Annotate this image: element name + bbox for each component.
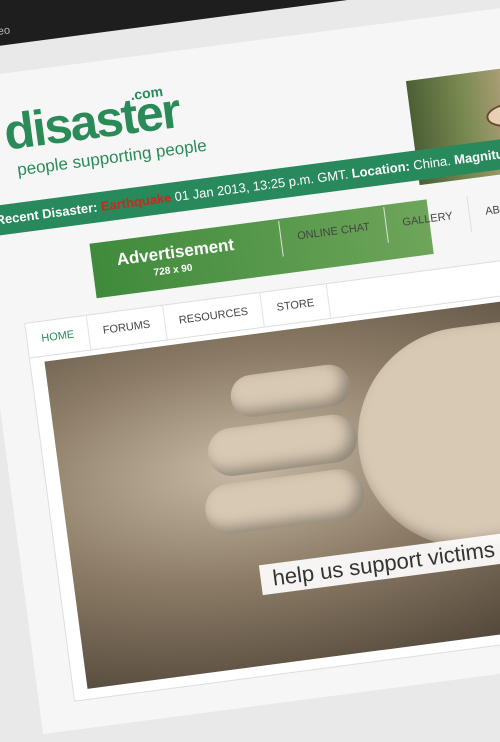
nav-item-about[interactable]: ABOUT — [466, 186, 500, 232]
rotated-page: es in supporting peo .com disaster peopl… — [0, 0, 500, 735]
recent-label: Recent Disaster: — [0, 199, 99, 228]
disaster-datetime: 01 Jan 2013, 13:25 p.m. GMT. — [173, 166, 350, 205]
disaster-type[interactable]: Earthquake — [100, 190, 172, 214]
logo[interactable]: .com disaster people supporting people — [0, 78, 210, 193]
location-value: China. — [412, 152, 452, 173]
nav-item-home[interactable]: HOME — [25, 315, 92, 358]
page: .com disaster people supporting people R… — [0, 0, 500, 735]
finger-shape — [202, 466, 368, 537]
finger-shape — [228, 362, 353, 420]
adult-hand-shape — [344, 308, 500, 561]
location-label: Location: — [350, 158, 411, 181]
top-bar-text: es in supporting peo — [0, 24, 11, 49]
magnitude-label: Magnitude: — [453, 143, 500, 168]
nav-item-resources[interactable]: RESOURCES — [162, 292, 266, 340]
nav-item-store[interactable]: STORE — [260, 284, 332, 327]
nav-item-forums[interactable]: FORUMS — [86, 305, 168, 350]
content-panel: HOME FORUMS RESOURCES STORE help us supp… — [24, 241, 500, 702]
ad-size: 728 x 90 — [153, 262, 194, 279]
